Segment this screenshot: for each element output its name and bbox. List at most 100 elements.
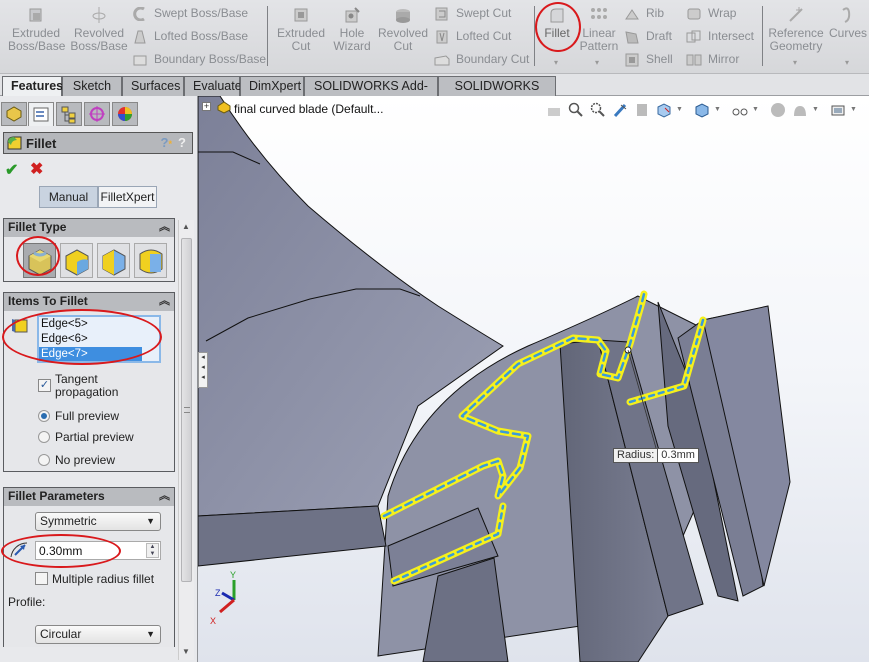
curves-dropdown-arrow[interactable]: ▾: [845, 58, 849, 67]
tab-solidworks-mbd[interactable]: SOLIDWORKS MBD: [438, 76, 556, 111]
shell-button[interactable]: Shell: [624, 52, 673, 67]
zoom-to-fit-icon[interactable]: [568, 102, 584, 118]
fillet-type-header[interactable]: Fillet Type ︽: [4, 219, 174, 237]
lofted-boss-button[interactable]: Lofted Boss/Base: [132, 29, 248, 44]
edit-appearance-icon[interactable]: [770, 102, 786, 118]
apply-scene-icon[interactable]: [792, 102, 808, 118]
document-title[interactable]: final curved blade (Default...: [234, 102, 383, 116]
full-round-fillet-button[interactable]: [134, 243, 167, 278]
curves-button[interactable]: Curves: [828, 6, 868, 40]
help-icon[interactable]: ?: [178, 135, 186, 150]
list-item[interactable]: Edge<6>: [39, 332, 159, 347]
hide-show-items-icon[interactable]: [732, 102, 748, 118]
swept-boss-button[interactable]: Swept Boss/Base: [132, 6, 248, 21]
panel-collapse-handle[interactable]: ◂ ◂ ◂: [198, 352, 208, 388]
edges-selection-list[interactable]: Edge<5> Edge<6> Edge<7>: [37, 315, 161, 363]
rib-button[interactable]: Rib: [624, 6, 664, 21]
fillet-dropdown-arrow[interactable]: ▾: [554, 58, 558, 67]
tab-solidworks-add-ins[interactable]: SOLIDWORKS Add-Ins: [304, 76, 438, 111]
swept-cut-icon: [435, 7, 448, 21]
view-settings-dropdown[interactable]: ▼: [850, 106, 857, 113]
radius-callout[interactable]: Radius: 0.3mm: [613, 448, 699, 463]
view-orientation-icon[interactable]: [656, 102, 672, 118]
previous-view-icon[interactable]: [546, 102, 562, 118]
tab-sketch[interactable]: Sketch: [62, 76, 122, 96]
linear-pattern-dropdown-arrow[interactable]: ▾: [595, 58, 599, 67]
collapse-chevron-icon[interactable]: ︽: [159, 293, 170, 310]
revolved-cut-button[interactable]: Revolved Cut: [378, 6, 428, 53]
list-item[interactable]: Edge<5>: [39, 317, 159, 332]
draft-button[interactable]: Draft: [624, 29, 672, 44]
collapse-chevron-icon[interactable]: ︽: [159, 488, 170, 505]
extruded-boss-button[interactable]: Extruded Boss/Base: [8, 6, 65, 53]
property-manager-panel: Fillet ?* ? ✔ ✖ Manual FilletXpert Fille…: [0, 96, 198, 662]
section-view-icon[interactable]: [612, 102, 628, 118]
items-to-fillet-header[interactable]: Items To Fillet ︽: [4, 293, 174, 311]
partial-preview-radio[interactable]: [38, 431, 50, 443]
radius-callout-value[interactable]: 0.3mm: [658, 449, 698, 462]
tab-evaluate[interactable]: Evaluate: [184, 76, 242, 96]
reference-geometry-button[interactable]: Reference Geometry: [768, 6, 824, 53]
scroll-down-arrow[interactable]: ▼: [182, 647, 190, 656]
dynamic-annotation-icon[interactable]: [634, 102, 650, 118]
display-style-icon[interactable]: [694, 102, 710, 118]
feature-manager-tab[interactable]: [1, 102, 27, 126]
swept-cut-button[interactable]: Swept Cut: [434, 6, 511, 21]
tab-dimxpert[interactable]: DimXpert: [240, 76, 304, 96]
view-settings-icon[interactable]: [830, 102, 846, 118]
no-preview-radio[interactable]: [38, 454, 50, 466]
linear-pattern-button[interactable]: Linear Pattern: [578, 6, 620, 53]
model-view: Y Z X: [198, 96, 791, 662]
fillet-parameters-group: Fillet Parameters ︽ Symmetric ▼ 0.30mm ▲ ▼ …: [1, 487, 175, 647]
profile-label: Profile:: [8, 595, 46, 609]
multiple-radius-checkbox[interactable]: [35, 572, 48, 585]
apply-scene-dropdown[interactable]: ▼: [812, 106, 819, 113]
property-manager-tab[interactable]: [28, 102, 54, 126]
configuration-manager-tab[interactable]: [56, 102, 82, 126]
fillet-button[interactable]: Fillet: [539, 6, 575, 40]
hole-wizard-button[interactable]: Hole Wizard: [332, 6, 372, 53]
manual-mode-button[interactable]: Manual: [39, 186, 98, 208]
mirror-button[interactable]: Mirror: [686, 52, 739, 67]
scroll-thumb[interactable]: [181, 238, 192, 582]
radius-input[interactable]: 0.30mm ▲ ▼: [35, 541, 161, 560]
tab-surfaces[interactable]: Surfaces: [122, 76, 184, 96]
intersect-button[interactable]: Intersect: [686, 29, 754, 44]
whats-wrong-help-icon[interactable]: ?*: [161, 135, 172, 150]
boundary-cut-button[interactable]: Boundary Cut: [434, 52, 529, 67]
fillet-parameters-header[interactable]: Fillet Parameters ︽: [4, 488, 174, 506]
profile-dropdown[interactable]: Circular ▼: [35, 625, 161, 644]
zoom-to-area-icon[interactable]: [590, 102, 606, 118]
scroll-up-arrow[interactable]: ▲: [182, 222, 190, 231]
boundary-boss-button[interactable]: Boundary Boss/Base: [132, 52, 266, 67]
lofted-cut-button[interactable]: Lofted Cut: [434, 29, 511, 44]
partial-preview-label: Partial preview: [55, 430, 134, 444]
cancel-x-button[interactable]: ✖: [30, 159, 43, 179]
graphics-area[interactable]: Y Z X + final curved blade (Default... ▼…: [198, 96, 869, 662]
fillet-method-dropdown[interactable]: Symmetric ▼: [35, 512, 161, 531]
tab-features[interactable]: Features: [2, 76, 63, 97]
extruded-cut-button[interactable]: Extruded Cut: [274, 6, 328, 53]
constant-size-fillet-button[interactable]: [23, 243, 56, 278]
face-fillet-button[interactable]: [97, 243, 130, 278]
collapse-chevron-icon[interactable]: ︽: [159, 219, 170, 236]
display-style-dropdown[interactable]: ▼: [714, 106, 721, 113]
view-orientation-dropdown[interactable]: ▼: [676, 106, 683, 113]
filletxpert-mode-button[interactable]: FilletXpert: [98, 186, 157, 208]
ribbon-separator: [762, 6, 763, 66]
radius-spinner[interactable]: ▲ ▼: [146, 543, 159, 558]
hide-show-dropdown[interactable]: ▼: [752, 106, 759, 113]
reference-geometry-dropdown-arrow[interactable]: ▾: [793, 58, 797, 67]
display-manager-tab[interactable]: [112, 102, 138, 126]
tangent-propagation-checkbox[interactable]: ✓: [38, 379, 51, 392]
wrap-button[interactable]: Wrap: [686, 6, 736, 21]
list-item-selected[interactable]: Edge<7>: [39, 347, 142, 361]
full-preview-radio[interactable]: [38, 410, 50, 422]
ok-checkmark-button[interactable]: ✔: [5, 160, 18, 180]
revolved-boss-button[interactable]: Revolved Boss/Base: [70, 6, 128, 53]
command-manager-ribbon: Extruded Boss/Base Revolved Boss/Base Sw…: [0, 0, 869, 74]
variable-size-fillet-button[interactable]: [60, 243, 93, 278]
expand-tree-button[interactable]: +: [202, 102, 211, 111]
dimxpert-manager-tab[interactable]: [84, 102, 110, 126]
panel-scrollbar[interactable]: ▲ ▼: [178, 220, 194, 660]
